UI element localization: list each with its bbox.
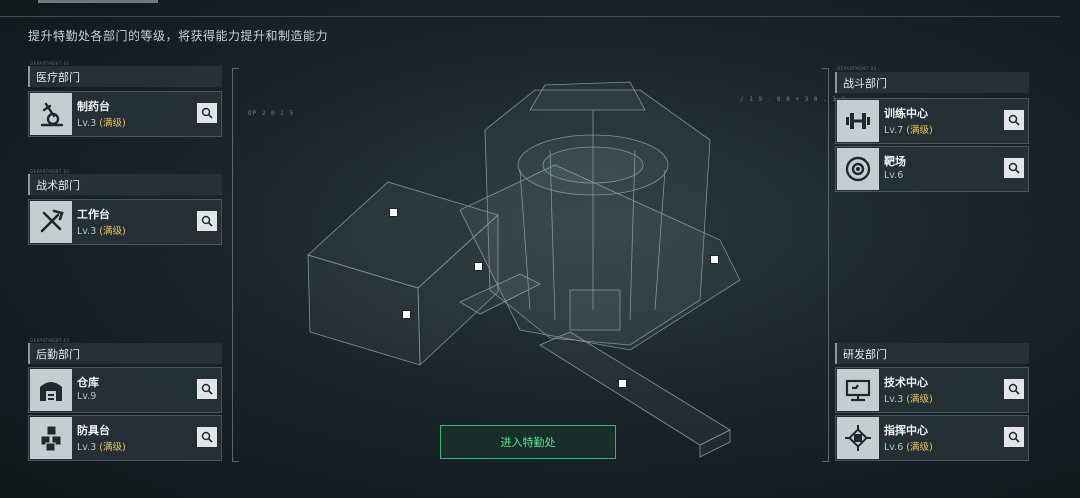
facility-level: Lv.9	[77, 391, 97, 402]
search-icon[interactable]	[1004, 379, 1024, 399]
facility-name: 靶场	[884, 155, 906, 168]
search-icon[interactable]	[197, 211, 217, 231]
search-icon[interactable]	[1004, 158, 1024, 178]
map-marker[interactable]	[403, 311, 410, 318]
dept-title: 战术部门	[36, 179, 80, 192]
dept-title: 医疗部门	[36, 71, 80, 84]
right-frame-bracket	[822, 68, 829, 462]
facility-card-pharmacy[interactable]: 制药台 Lv.3 (满级)	[28, 91, 222, 137]
top-tab-indicator	[38, 0, 158, 3]
search-icon[interactable]	[197, 427, 217, 447]
search-icon[interactable]	[197, 103, 217, 123]
dept-header-research: 研发部门	[835, 343, 1029, 364]
facility-card-tech-center[interactable]: 技术中心 Lv.3 (满级)	[835, 367, 1029, 413]
search-icon[interactable]	[197, 379, 217, 399]
search-icon[interactable]	[1004, 427, 1024, 447]
enter-special-ops-button[interactable]: 进入特勤处	[440, 425, 616, 459]
dept-header-logistics: 后勤部门	[28, 343, 222, 364]
left-frame-bracket	[232, 68, 239, 462]
map-marker[interactable]	[619, 380, 626, 387]
target-icon	[837, 148, 879, 190]
hud-code: OP 2 0 2 5	[248, 110, 295, 117]
microscope-icon	[30, 93, 72, 135]
facility-level: Lv.3 (满级)	[77, 442, 126, 453]
facility-name: 防具台	[77, 424, 110, 437]
dept-header-medical: 医疗部门	[28, 66, 222, 87]
page-subtitle: 提升特勤处各部门的等级，将获得能力提升和制造能力	[28, 29, 329, 43]
facility-name: 制药台	[77, 100, 110, 113]
dept-title: 战斗部门	[843, 77, 887, 90]
dept-header-tactical: 战术部门	[28, 174, 222, 195]
facility-level: Lv.7 (满级)	[884, 125, 933, 136]
facility-card-shooting-range[interactable]: 靶场 Lv.6	[835, 146, 1029, 192]
facility-card-armor-bench[interactable]: 防具台 Lv.3 (满级)	[28, 415, 222, 461]
facility-name: 指挥中心	[884, 424, 928, 437]
search-icon[interactable]	[1004, 110, 1024, 130]
facility-name: 仓库	[77, 376, 99, 389]
facility-card-workbench[interactable]: 工作台 Lv.3 (满级)	[28, 199, 222, 245]
facility-level: Lv.6	[884, 170, 904, 181]
facility-card-training-center[interactable]: 训练中心 Lv.7 (满级)	[835, 98, 1029, 144]
facility-card-warehouse[interactable]: 仓库 Lv.9	[28, 367, 222, 413]
dept-header-combat: 战斗部门	[835, 72, 1029, 93]
dumbbell-icon	[837, 100, 879, 142]
dept-tag: DEPARTMENT 04	[837, 66, 877, 71]
chip-icon	[837, 417, 879, 459]
map-marker[interactable]	[390, 209, 397, 216]
facility-name: 技术中心	[884, 376, 928, 389]
facility-level: Lv.3 (满级)	[884, 394, 933, 405]
facility-name: 训练中心	[884, 107, 928, 120]
facility-level: Lv.3 (满级)	[77, 226, 126, 237]
facility-card-command-center[interactable]: 指挥中心 Lv.6 (满级)	[835, 415, 1029, 461]
map-marker[interactable]	[475, 263, 482, 270]
base-wireframe	[307, 81, 741, 458]
warehouse-icon	[30, 369, 72, 411]
computer-icon	[837, 369, 879, 411]
facility-level: Lv.6 (满级)	[884, 442, 933, 453]
top-divider	[0, 16, 1060, 17]
facility-name: 工作台	[77, 208, 110, 221]
dept-title: 后勤部门	[36, 348, 80, 361]
facility-level: Lv.3 (满级)	[77, 118, 126, 129]
map-marker[interactable]	[711, 256, 718, 263]
tools-icon	[30, 201, 72, 243]
cubes-icon	[30, 417, 72, 459]
dept-title: 研发部门	[843, 348, 887, 361]
